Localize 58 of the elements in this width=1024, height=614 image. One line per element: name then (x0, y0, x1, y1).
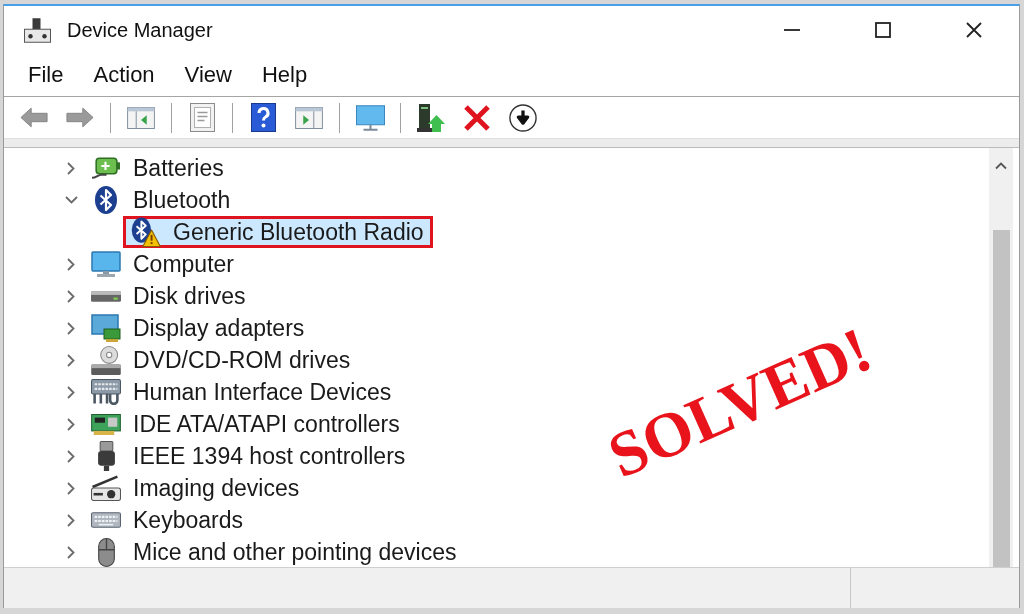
chevron-right-icon[interactable] (67, 449, 75, 463)
chevron-right-icon[interactable] (67, 385, 75, 399)
tree-item[interactable]: IDE ATA/ATAPI controllers (86, 410, 406, 439)
keyboard-icon (91, 512, 121, 529)
plug-icon (97, 441, 115, 472)
down-arrow-circle-icon (509, 103, 537, 132)
mouse-icon (97, 537, 115, 567)
disk-drive-icon (91, 290, 121, 302)
menu-item[interactable]: File (13, 59, 79, 90)
app-icon (24, 17, 51, 43)
cross-icon (464, 104, 490, 131)
tree-item[interactable]: Mice and other pointing devices (86, 538, 463, 567)
chevron-right-icon[interactable] (67, 257, 75, 271)
tree-item[interactable]: IEEE 1394 host controllers (86, 442, 412, 471)
window-pane-icon (127, 106, 155, 129)
window-title: Device Manager (67, 18, 214, 42)
disc-drive-icon (91, 345, 121, 375)
tree-item[interactable]: Batteries (86, 154, 230, 183)
tree-item[interactable]: DVD/CD-ROM drives (86, 346, 357, 375)
tree-item[interactable]: Disk drives (86, 282, 252, 311)
chevron-right-icon[interactable] (67, 161, 75, 175)
monitor-icon (355, 104, 385, 131)
input-device-icon (91, 379, 121, 406)
tree-item[interactable]: Generic Bluetooth Radio (126, 219, 430, 246)
tree-item[interactable]: Bluetooth (86, 186, 237, 215)
monitor-card-icon (91, 314, 121, 343)
tree-item[interactable]: Human Interface Devices (86, 378, 398, 407)
chevron-right-icon[interactable] (67, 417, 75, 431)
camera-icon (91, 475, 121, 502)
help-icon (250, 103, 276, 133)
battery-icon (91, 156, 121, 180)
tree-item[interactable]: Imaging devices (86, 474, 306, 503)
tree-item[interactable]: Computer (86, 250, 240, 279)
chevron-right-icon[interactable] (67, 321, 75, 335)
close-icon (965, 22, 982, 38)
bluetooth-icon (94, 185, 118, 216)
chevron-right-icon[interactable] (67, 289, 75, 303)
chevron-right-icon[interactable] (67, 481, 75, 495)
circuit-board-icon (91, 413, 121, 435)
minimize-icon (783, 29, 800, 31)
chevron-up-icon (995, 162, 1007, 171)
window-pane-icon (295, 106, 323, 129)
chevron-right-icon[interactable] (67, 545, 75, 559)
menu-item[interactable]: Action (78, 59, 170, 90)
chevron-right-icon[interactable] (67, 513, 75, 527)
chevron-right-icon[interactable] (67, 353, 75, 367)
arrow-right-icon (66, 107, 94, 129)
menu-item[interactable]: Help (246, 59, 323, 90)
tree-item[interactable]: Display adapters (86, 314, 311, 343)
computer-arrow-icon (417, 103, 445, 132)
menu-item[interactable]: View (169, 59, 247, 90)
arrow-left-icon (20, 107, 48, 129)
scrollbar-thumb[interactable] (992, 230, 1010, 568)
chevron-down-icon[interactable] (64, 196, 78, 205)
document-icon (189, 103, 215, 133)
maximize-icon (874, 22, 891, 38)
monitor-icon (91, 251, 121, 278)
tree-item[interactable]: Keyboards (86, 506, 249, 535)
